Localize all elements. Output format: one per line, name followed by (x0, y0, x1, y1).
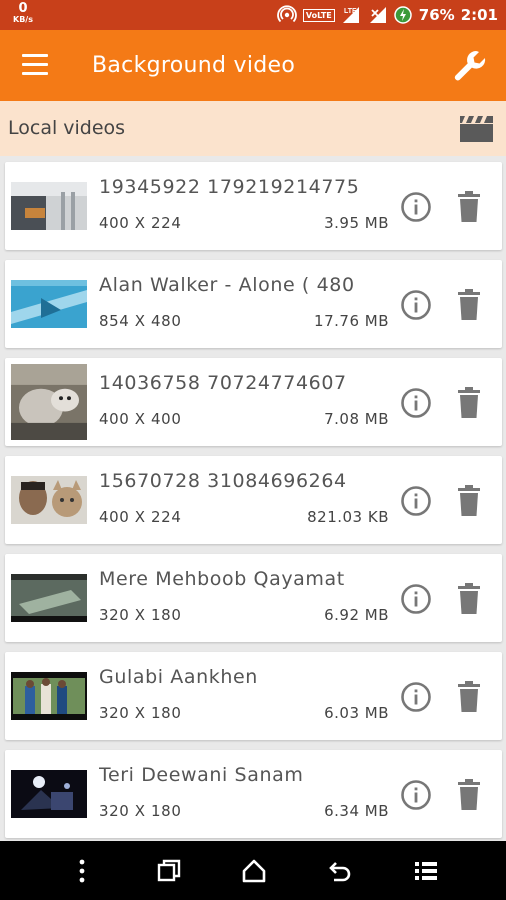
info-icon[interactable] (400, 289, 432, 321)
clock: 2:01 (460, 6, 498, 24)
video-title: 19345922 179219214775 (99, 176, 360, 198)
signal-icon (369, 7, 386, 23)
video-title: Teri Deewani Sanam (99, 764, 304, 786)
info-icon[interactable] (400, 485, 432, 517)
status-bar: 0 KB/s VoLTE LTE 76% 2:01 (0, 0, 506, 30)
video-item[interactable]: 14036758 70724774607 400 X 400 7.08 MB (5, 358, 502, 446)
video-title: Mere Mehboob Qayamat (99, 568, 345, 590)
video-resolution: 400 X 400 (99, 410, 182, 428)
volte-badge: VoLTE (302, 8, 335, 22)
video-file-size: 821.03 KB (307, 508, 389, 526)
more-options-icon[interactable] (68, 857, 96, 885)
app-toolbar: Background video (0, 30, 506, 101)
video-title: 15670728 31084696264 (99, 470, 347, 492)
delete-icon[interactable] (457, 387, 481, 419)
video-thumbnail (11, 770, 87, 818)
video-thumbnail (11, 182, 87, 230)
network-speed-value: 0 (18, 1, 28, 16)
video-file-size: 6.92 MB (324, 606, 389, 624)
info-icon[interactable] (400, 191, 432, 223)
delete-icon[interactable] (457, 289, 481, 321)
video-item[interactable]: 15670728 31084696264 400 X 224 821.03 KB (5, 456, 502, 544)
network-speed-unit: KB/s (13, 15, 33, 24)
wrench-icon[interactable] (452, 48, 488, 84)
home-icon[interactable] (240, 857, 268, 885)
video-file-size: 17.76 MB (314, 312, 389, 330)
video-resolution: 400 X 224 (99, 214, 182, 232)
delete-icon[interactable] (457, 485, 481, 517)
video-item[interactable]: Gulabi Aankhen 320 X 180 6.03 MB (5, 652, 502, 740)
video-file-size: 6.03 MB (324, 704, 389, 722)
battery-charging-icon (394, 6, 412, 24)
delete-icon[interactable] (457, 779, 481, 811)
video-item[interactable]: Alan Walker - Alone ( 480 854 X 480 17.7… (5, 260, 502, 348)
video-resolution: 400 X 224 (99, 508, 182, 526)
back-icon[interactable] (326, 857, 354, 885)
hotspot-icon (276, 5, 297, 23)
app-title: Background video (92, 53, 296, 78)
video-item[interactable]: 19345922 179219214775 400 X 224 3.95 MB (5, 162, 502, 250)
signal-lte-icon: LTE (342, 7, 359, 23)
video-file-size: 7.08 MB (324, 410, 389, 428)
video-thumbnail (11, 476, 87, 524)
svg-text:LTE: LTE (344, 8, 357, 15)
recent-apps-icon[interactable] (155, 857, 183, 885)
video-title: Alan Walker - Alone ( 480 (99, 274, 355, 296)
video-resolution: 854 X 480 (99, 312, 182, 330)
section-title: Local videos (8, 117, 126, 139)
list-menu-icon[interactable] (412, 857, 440, 885)
video-item[interactable]: Teri Deewani Sanam 320 X 180 6.34 MB (5, 750, 502, 838)
system-nav-bar (0, 841, 506, 900)
video-title: 14036758 70724774607 (99, 372, 347, 394)
video-resolution: 320 X 180 (99, 606, 182, 624)
video-thumbnail (11, 280, 87, 328)
video-thumbnail (11, 574, 87, 622)
info-icon[interactable] (400, 681, 432, 713)
delete-icon[interactable] (457, 681, 481, 713)
video-resolution: 320 X 180 (99, 802, 182, 820)
info-icon[interactable] (400, 583, 432, 615)
info-icon[interactable] (400, 779, 432, 811)
video-resolution: 320 X 180 (99, 704, 182, 722)
delete-icon[interactable] (457, 583, 481, 615)
video-item[interactable]: Mere Mehboob Qayamat 320 X 180 6.92 MB (5, 554, 502, 642)
battery-percent: 76% (418, 6, 455, 24)
video-thumbnail (11, 364, 87, 440)
info-icon[interactable] (400, 387, 432, 419)
network-speed: 0 KB/s (9, 2, 37, 24)
clapperboard-icon[interactable] (460, 116, 493, 142)
delete-icon[interactable] (457, 191, 481, 223)
section-header: Local videos (0, 101, 506, 156)
video-title: Gulabi Aankhen (99, 666, 258, 688)
video-thumbnail (11, 672, 87, 720)
status-icons: VoLTE LTE 76% 2:01 (276, 0, 498, 30)
hamburger-menu-icon[interactable] (22, 54, 48, 76)
video-file-size: 3.95 MB (324, 214, 389, 232)
video-file-size: 6.34 MB (324, 802, 389, 820)
